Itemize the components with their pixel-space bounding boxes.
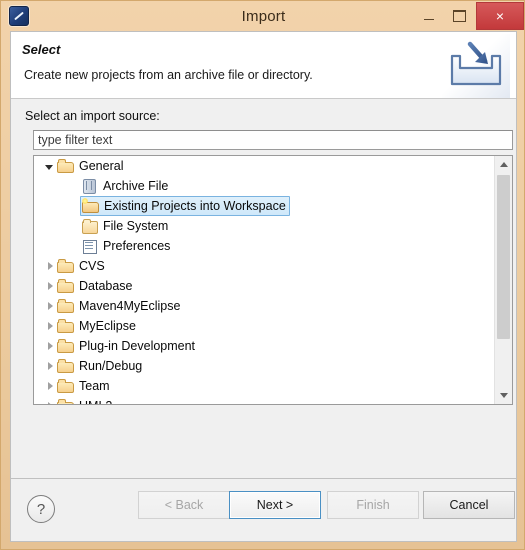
preferences-icon — [81, 238, 98, 254]
tree-row[interactable]: Database — [34, 276, 496, 296]
tree-row[interactable]: Archive File — [34, 176, 496, 196]
tree-row-content[interactable]: Archive File — [81, 177, 168, 195]
chevron-right-icon[interactable] — [41, 396, 57, 404]
title-bar[interactable]: Import × — [1, 1, 524, 31]
tree-row[interactable]: Maven4MyEclipse — [34, 296, 496, 316]
file-system-folder-icon — [81, 218, 98, 234]
tree-row-label: Database — [79, 279, 133, 293]
next-button[interactable]: Next > — [229, 491, 321, 519]
cancel-button[interactable]: Cancel — [423, 491, 515, 519]
window-controls: × — [414, 2, 524, 30]
import-wizard-icon — [442, 34, 510, 98]
scroll-down-icon[interactable] — [495, 387, 512, 404]
folder-open-icon — [57, 358, 74, 374]
page-description: Create new projects from an archive file… — [24, 68, 313, 82]
folder-open-icon — [57, 278, 74, 294]
tree-row-content[interactable]: Team — [57, 377, 110, 395]
tree-row-content[interactable]: File System — [81, 217, 168, 235]
help-icon[interactable]: ? — [27, 495, 55, 523]
wizard-header: Select Create new projects from an archi… — [11, 32, 516, 99]
tree-row-label: Plug-in Development — [79, 339, 196, 353]
minimize-icon[interactable] — [414, 5, 444, 27]
tree-row-content[interactable]: Preferences — [81, 237, 170, 255]
chevron-right-icon[interactable] — [41, 376, 57, 396]
dialog-button-bar: ? < Back Next > Finish Cancel — [11, 478, 516, 541]
tree-row[interactable]: Existing Projects into Workspace — [34, 196, 496, 216]
tree-row-label: Existing Projects into Workspace — [104, 199, 286, 213]
folder-open-icon — [57, 378, 74, 394]
tree-row[interactable]: Preferences — [34, 236, 496, 256]
chevron-right-icon[interactable] — [41, 296, 57, 316]
tree-row-label: General — [79, 159, 124, 173]
tree-row-content[interactable]: Plug-in Development — [57, 337, 195, 355]
tree-row[interactable]: File System — [34, 216, 496, 236]
wizard-content: Select an import source: General Archive … — [11, 99, 516, 479]
tree-row-label: Run/Debug — [79, 359, 143, 373]
tree-row-content[interactable]: Existing Projects into Workspace — [80, 196, 290, 216]
tree-row-content[interactable]: Maven4MyEclipse — [57, 297, 180, 315]
scrollbar-thumb[interactable] — [497, 175, 510, 339]
tree-row-content[interactable]: Run/Debug — [57, 357, 142, 375]
scroll-up-icon[interactable] — [495, 156, 512, 173]
tree-row[interactable]: Run/Debug — [34, 356, 496, 376]
tree-rows-container: General Archive File Existing Projects int… — [34, 156, 496, 404]
folder-open-icon — [57, 318, 74, 334]
chevron-right-icon[interactable] — [41, 276, 57, 296]
archive-file-icon — [81, 178, 98, 194]
page-title: Select — [22, 42, 61, 57]
back-button[interactable]: < Back — [138, 491, 230, 519]
tree-row-content[interactable]: UML2 — [57, 397, 112, 404]
tree-row[interactable]: MyEclipse — [34, 316, 496, 336]
import-source-label: Select an import source: — [25, 109, 160, 123]
chevron-right-icon[interactable] — [41, 316, 57, 336]
chevron-right-icon[interactable] — [41, 356, 57, 376]
tree-row[interactable]: UML2 — [34, 396, 496, 404]
folder-open-icon — [57, 398, 74, 404]
tree-row[interactable]: Team — [34, 376, 496, 396]
tree-row-content[interactable]: Database — [57, 277, 133, 295]
tree-vertical-scrollbar[interactable] — [494, 156, 512, 404]
tree-row[interactable]: General — [34, 156, 496, 176]
tree-row[interactable]: Plug-in Development — [34, 336, 496, 356]
tree-row[interactable]: CVS — [34, 256, 496, 276]
existing-projects-icon — [82, 198, 99, 214]
tree-row-label: Preferences — [103, 239, 171, 253]
dialog-body: Select Create new projects from an archi… — [10, 31, 517, 542]
tree-row-content[interactable]: MyEclipse — [57, 317, 136, 335]
filter-input[interactable] — [33, 130, 513, 150]
folder-open-icon — [57, 298, 74, 314]
folder-open-icon — [57, 338, 74, 354]
import-dialog-window: Import × Select Create new projects from… — [0, 0, 525, 550]
tree-row-label: CVS — [79, 259, 105, 273]
tree-row-content[interactable]: General — [57, 157, 123, 175]
scrollbar-track[interactable] — [495, 173, 512, 387]
tree-row-content[interactable]: CVS — [57, 257, 105, 275]
close-icon[interactable]: × — [476, 2, 524, 30]
folder-open-icon — [57, 158, 74, 174]
chevron-right-icon[interactable] — [41, 336, 57, 356]
tree-row-label: MyEclipse — [79, 319, 136, 333]
import-source-tree[interactable]: General Archive File Existing Projects int… — [33, 155, 513, 405]
chevron-right-icon[interactable] — [41, 256, 57, 276]
chevron-down-icon[interactable] — [41, 156, 57, 176]
tree-row-label: Team — [79, 379, 110, 393]
maximize-icon[interactable] — [444, 5, 474, 27]
tree-row-label: Maven4MyEclipse — [79, 299, 181, 313]
finish-button[interactable]: Finish — [327, 491, 419, 519]
folder-open-icon — [57, 258, 74, 274]
tree-row-label: Archive File — [103, 179, 169, 193]
tree-row-label: File System — [103, 219, 169, 233]
eclipse-icon — [9, 6, 29, 26]
tree-row-label: UML2 — [79, 399, 112, 404]
